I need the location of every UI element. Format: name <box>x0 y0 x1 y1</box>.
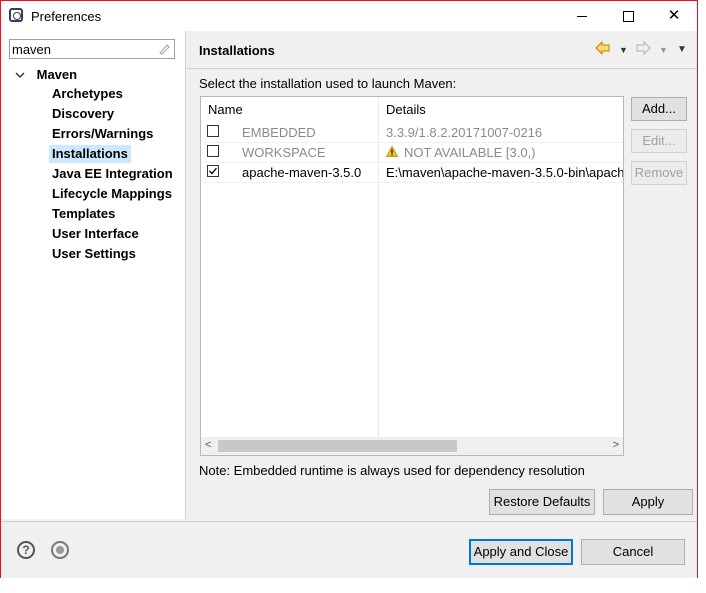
installation-checkbox[interactable] <box>207 125 219 137</box>
scroll-right-icon[interactable]: > <box>613 439 619 451</box>
installation-checkbox[interactable] <box>207 145 219 157</box>
apply-and-close-button[interactable]: Apply and Close <box>469 539 573 565</box>
tree-item-templates[interactable]: Templates <box>49 205 118 223</box>
close-icon: ✕ <box>667 7 681 24</box>
tree-item-discovery[interactable]: Discovery <box>49 105 117 123</box>
chevron-down-icon[interactable] <box>15 70 27 82</box>
installation-details: E:\maven\apache-maven-3.5.0-bin\apach <box>386 165 624 180</box>
window-title: Preferences <box>31 9 102 24</box>
installation-name: apache-maven-3.5.0 <box>242 165 362 180</box>
installation-details: 3.3.9/1.8.2.20171007-0216 <box>386 125 543 140</box>
preferences-window: Preferences ✕ Maven Archetypes Discovery… <box>0 0 698 578</box>
tree-item-archetypes[interactable]: Archetypes <box>49 85 126 103</box>
import-export-icon[interactable] <box>51 541 69 559</box>
table-row[interactable]: EMBEDDED 3.3.9/1.8.2.20171007-0216 <box>201 122 623 143</box>
help-icon[interactable]: ? <box>17 541 35 559</box>
cancel-button[interactable]: Cancel <box>581 539 685 565</box>
installation-name: WORKSPACE <box>242 145 326 160</box>
forward-arrow-icon[interactable] <box>635 40 651 58</box>
apply-button[interactable]: Apply <box>603 489 693 515</box>
remove-button[interactable]: Remove <box>631 161 687 185</box>
tree-node-maven[interactable]: Maven <box>15 67 77 82</box>
tree-node-label: Maven <box>36 67 78 82</box>
tree-item-java-ee-integration[interactable]: Java EE Integration <box>49 165 176 183</box>
checkmark-icon <box>209 167 218 175</box>
scroll-left-icon[interactable]: < <box>205 439 211 451</box>
table-row[interactable]: WORKSPACE NOT AVAILABLE [3.0,) <box>201 142 623 163</box>
header-divider <box>187 68 697 69</box>
installation-name: EMBEDDED <box>242 125 316 140</box>
tree-item-user-settings[interactable]: User Settings <box>49 245 139 263</box>
column-header-details[interactable]: Details <box>386 102 426 117</box>
installation-details-cell: NOT AVAILABLE [3.0,) <box>385 145 536 160</box>
scrollbar-thumb[interactable] <box>218 440 457 452</box>
filter-field[interactable] <box>9 39 175 59</box>
maximize-button[interactable] <box>605 1 651 31</box>
eclipse-app-icon <box>9 8 23 22</box>
tree-item-errors-warnings[interactable]: Errors/Warnings <box>49 125 156 143</box>
installation-details: NOT AVAILABLE [3.0,) <box>404 145 536 160</box>
view-menu-icon[interactable]: ▼ <box>677 44 687 55</box>
installation-checkbox[interactable] <box>207 165 219 177</box>
tree-item-lifecycle-mappings[interactable]: Lifecycle Mappings <box>49 185 175 203</box>
table-row[interactable]: apache-maven-3.5.0 E:\maven\apache-maven… <box>201 162 623 183</box>
restore-defaults-button[interactable]: Restore Defaults <box>489 489 595 515</box>
maximize-icon <box>622 10 634 22</box>
horizontal-scrollbar[interactable]: < > <box>201 437 623 455</box>
minimize-icon <box>577 15 587 17</box>
clear-filter-icon[interactable] <box>158 43 170 55</box>
preference-page: Installations ▼ ▼ ▼ Select the installat… <box>187 31 697 519</box>
column-header-name[interactable]: Name <box>208 102 243 117</box>
forward-dropdown-icon[interactable]: ▼ <box>659 45 668 55</box>
title-bar: Preferences ✕ <box>1 1 697 31</box>
filter-input[interactable] <box>12 41 152 57</box>
installations-table[interactable]: Name Details EMBEDDED 3.3.9/1.8.2.201710… <box>200 96 624 456</box>
back-dropdown-icon[interactable]: ▼ <box>619 45 628 55</box>
close-button[interactable]: ✕ <box>651 1 697 31</box>
preferences-tree-pane: Maven Archetypes Discovery Errors/Warnin… <box>1 31 186 519</box>
dialog-button-bar: ? Apply and Close Cancel <box>1 521 697 578</box>
instruction-label: Select the installation used to launch M… <box>199 76 457 91</box>
note-text: Note: Embedded runtime is always used fo… <box>199 463 585 478</box>
tree-item-user-interface[interactable]: User Interface <box>49 225 142 243</box>
back-arrow-icon[interactable] <box>595 40 611 58</box>
minimize-button[interactable] <box>559 1 605 31</box>
add-button[interactable]: Add... <box>631 97 687 121</box>
page-title: Installations <box>199 43 275 58</box>
table-header: Name Details <box>201 97 623 121</box>
warning-icon <box>385 145 399 160</box>
tree-item-installations[interactable]: Installations <box>49 145 131 163</box>
edit-button[interactable]: Edit... <box>631 129 687 153</box>
